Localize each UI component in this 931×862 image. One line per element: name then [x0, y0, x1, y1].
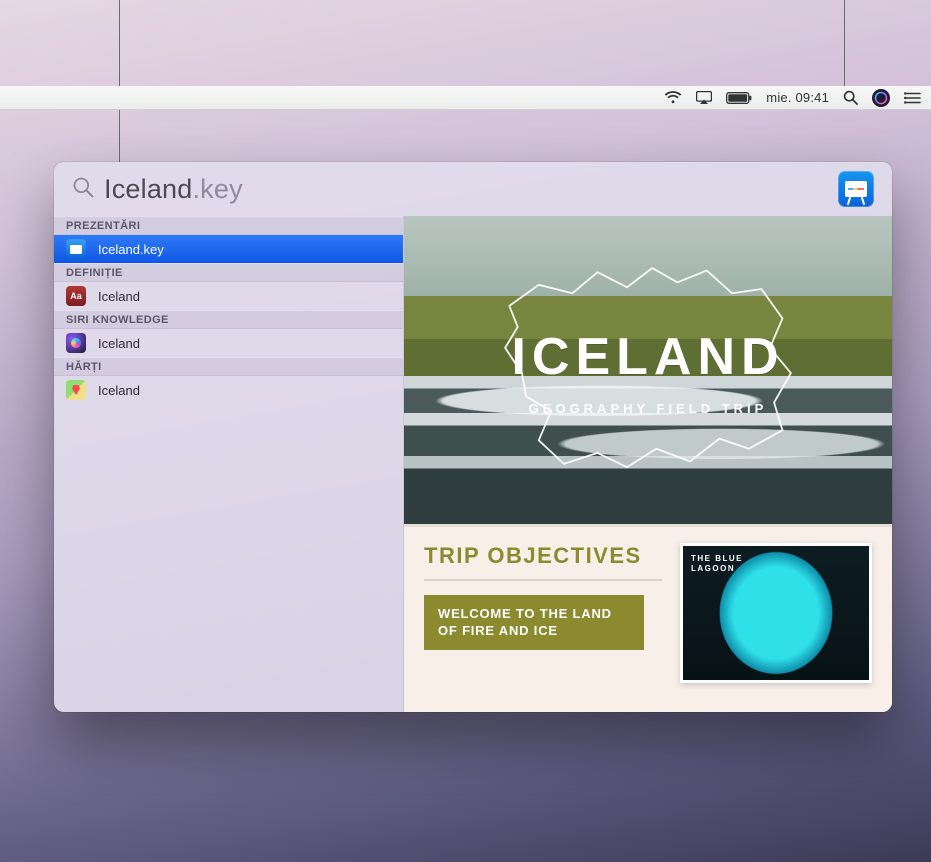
callout-line-menubar: [844, 0, 845, 90]
category-header: PREZENTĂRI: [54, 216, 403, 235]
preview-slide-2: TRIP OBJECTIVES WELCOME TO THE LAND OF F…: [404, 524, 892, 712]
spotlight-search-bar: Iceland.key: [54, 162, 892, 216]
category-header: DEFINIȚIE: [54, 263, 403, 282]
result-label: Iceland: [98, 336, 140, 351]
spotlight-query-field[interactable]: Iceland.key: [104, 174, 828, 205]
keynote-icon: [66, 239, 86, 259]
spotlight-menu-icon[interactable]: [843, 90, 858, 105]
callout-line-spotlight: [119, 0, 120, 162]
wifi-icon[interactable]: [664, 91, 682, 104]
slide2-photo-caption: THE BLUE LAGOON: [691, 554, 743, 575]
slide2-photo: THE BLUE LAGOON: [680, 543, 872, 683]
airplay-icon[interactable]: [696, 91, 712, 104]
menu-bar: mie. 09:41: [0, 86, 931, 110]
menu-clock[interactable]: mie. 09:41: [766, 90, 829, 105]
top-hit-app-icon: [838, 171, 874, 207]
spotlight-window: Iceland.key PREZENTĂRI Iceland.key DEFIN…: [54, 162, 892, 712]
result-row-siri[interactable]: Iceland: [54, 329, 403, 357]
dictionary-icon: [66, 286, 86, 306]
results-list: PREZENTĂRI Iceland.key DEFINIȚIE Iceland…: [54, 216, 404, 712]
siri-icon: [66, 333, 86, 353]
slide2-heading: TRIP OBJECTIVES: [424, 543, 662, 581]
result-label: Iceland: [98, 383, 140, 398]
slide2-welcome-box: WELCOME TO THE LAND OF FIRE AND ICE: [424, 595, 644, 650]
result-row-keynote[interactable]: Iceland.key: [54, 235, 403, 263]
preview-slide-1: ICELAND GEOGRAPHY FIELD TRIP: [404, 216, 892, 524]
query-text-main: Iceland: [104, 174, 192, 204]
result-row-maps[interactable]: Iceland: [54, 376, 403, 404]
battery-icon[interactable]: [726, 92, 752, 104]
result-label: Iceland: [98, 289, 140, 304]
result-row-dictionary[interactable]: Iceland: [54, 282, 403, 310]
desktop-foreground-hill: [0, 772, 931, 862]
category-header: SIRI KNOWLEDGE: [54, 310, 403, 329]
category-header: HĂRȚI: [54, 357, 403, 376]
preview-pane: ICELAND GEOGRAPHY FIELD TRIP TRIP OBJECT…: [404, 216, 892, 712]
search-icon: [72, 176, 94, 203]
maps-icon: [66, 380, 86, 400]
notification-center-icon[interactable]: [904, 92, 921, 104]
slide1-title: ICELAND: [511, 327, 784, 387]
query-text-ext: .key: [192, 174, 242, 204]
slide1-subtitle: GEOGRAPHY FIELD TRIP: [529, 401, 768, 416]
result-label: Iceland.key: [98, 242, 164, 257]
siri-menu-icon[interactable]: [872, 89, 890, 107]
